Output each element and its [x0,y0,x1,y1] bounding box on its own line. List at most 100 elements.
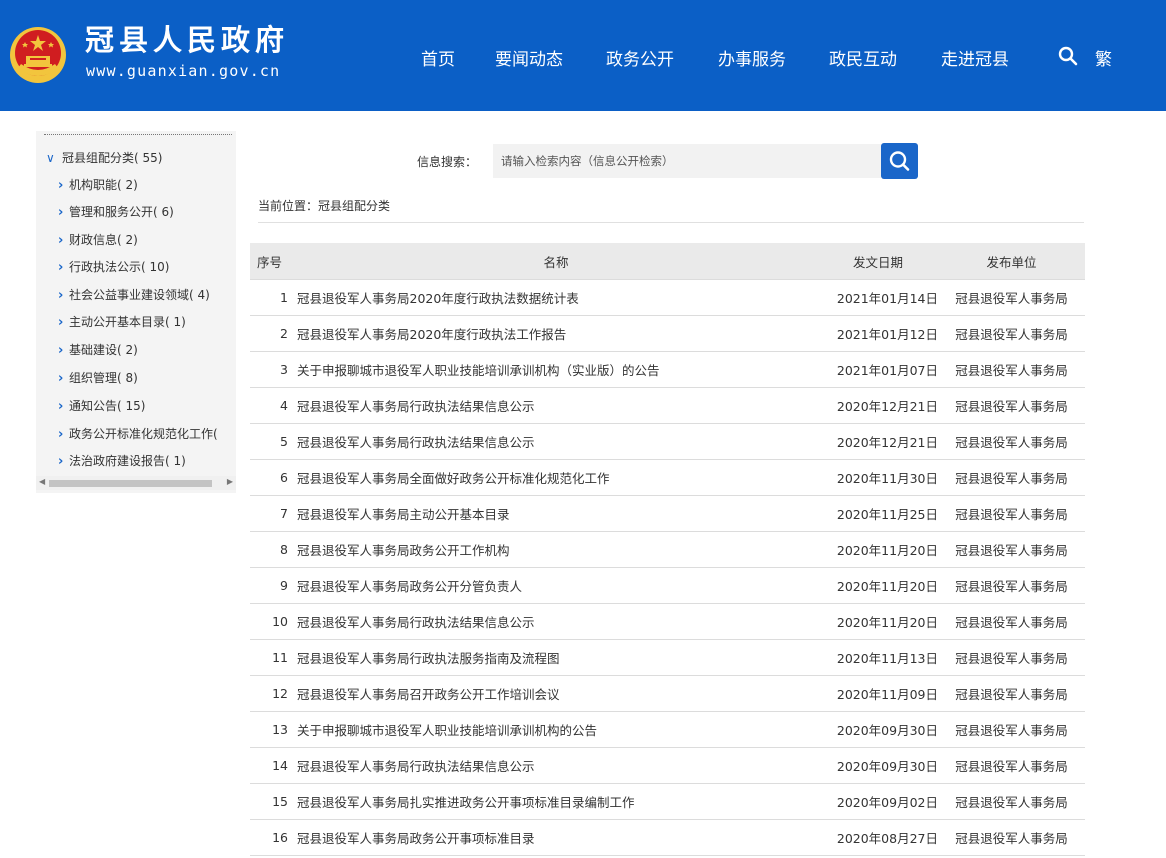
tree-item-standardization[interactable]: › 政务公开标准化规范化工作( [58,425,218,443]
tree-item-infrastructure[interactable]: › 基础建设( 2) [58,341,138,359]
breadcrumb: 当前位置：冠县组配分类 [258,199,391,213]
tree-item-count: ( 2) [117,233,138,247]
tree-item-basic-catalog[interactable]: › 主动公开基本目录( 1) [58,313,186,331]
row-title-link[interactable]: 冠县退役军人事务局扎实推进政务公开事项标准目录编制工作 [294,783,818,820]
table-row[interactable]: 5 冠县退役军人事务局行政执法结果信息公示 2020年12月21日 冠县退役军人事务局 [250,423,1085,460]
row-date: 2020年09月02日 [818,783,938,820]
nav-services[interactable]: 办事服务 [718,45,786,70]
tree-item-public-welfare[interactable]: › 社会公益事业建设领域( 4) [58,286,210,304]
table-row[interactable]: 3 关于申报聊城市退役军人职业技能培训承训机构（实业版）的公告 2021年01月07… [250,351,1085,388]
nav-interaction[interactable]: 政民互动 [829,45,897,70]
row-unit: 冠县退役军人事务局 [938,531,1085,568]
tree-item-rule-of-law-report[interactable]: › 法治政府建设报告( 1) [58,452,186,470]
sidebar-divider [44,134,232,135]
row-title-link[interactable]: 关于申报聊城市退役军人职业技能培训承训机构（实业版）的公告 [294,351,818,388]
row-date: 2020年12月21日 [818,423,938,460]
nav-gov-open[interactable]: 政务公开 [606,45,674,70]
row-title-link[interactable]: 冠县退役军人事务局行政执法结果信息公示 [294,603,818,640]
table-row[interactable]: 14 冠县退役军人事务局行政执法结果信息公示 2020年09月30日 冠县退役军人事务… [250,747,1085,784]
row-unit: 冠县退役军人事务局 [938,279,1085,316]
search-icon[interactable] [1058,46,1078,66]
row-unit: 冠县退役军人事务局 [938,351,1085,388]
row-title-link[interactable]: 冠县退役军人事务局主动公开基本目录 [294,495,818,532]
chevron-right-icon: › [58,260,64,275]
table-row[interactable]: 16 冠县退役军人事务局政务公开事项标准目录 2020年08月27日 冠县退役军人事务… [250,819,1085,856]
row-unit: 冠县退役军人事务局 [938,495,1085,532]
row-title-link[interactable]: 冠县退役军人事务局政务公开工作机构 [294,531,818,568]
row-title-link[interactable]: 冠县退役军人事务局行政执法结果信息公示 [294,423,818,460]
row-number: 10 [250,603,294,640]
row-title-link[interactable]: 冠县退役军人事务局召开政务公开工作培训会议 [294,675,818,712]
tree-item-service-disclosure[interactable]: › 管理和服务公开( 6) [58,203,174,221]
tree-item-count: ( 4) [189,288,210,302]
tree-item-law-enforcement[interactable]: › 行政执法公示( 10) [58,258,169,276]
chevron-right-icon: › [58,343,64,358]
row-date: 2021年01月12日 [818,315,938,352]
row-title-link[interactable]: 冠县退役军人事务局2020年度行政执法工作报告 [294,315,818,352]
row-date: 2020年11月20日 [818,531,938,568]
tree-item-notices[interactable]: › 通知公告( 15) [58,397,145,415]
tree-item-count: ( 1) [165,315,186,329]
row-number: 7 [250,495,294,532]
col-header-no: 序号 [250,243,294,280]
chevron-right-icon: › [58,427,64,442]
row-number: 13 [250,711,294,748]
table-row[interactable]: 10 冠县退役军人事务局行政执法结果信息公示 2020年11月20日 冠县退役军人事务… [250,603,1085,640]
row-date: 2020年09月30日 [818,747,938,784]
row-title-link[interactable]: 冠县退役军人事务局全面做好政务公开标准化规范化工作 [294,459,818,496]
row-title-link[interactable]: 冠县退役军人事务局2020年度行政执法数据统计表 [294,279,818,316]
nav-news[interactable]: 要闻动态 [495,45,563,70]
search-input[interactable] [493,144,881,178]
tree-item-org-functions[interactable]: › 机构职能( 2) [58,176,138,194]
row-unit: 冠县退役军人事务局 [938,819,1085,856]
tree-root[interactable]: ∨ 冠县组配分类( 55) [46,149,162,167]
search-button[interactable] [881,143,918,179]
site-title[interactable]: 冠县人民政府 [85,22,289,58]
table-row[interactable]: 1 冠县退役军人事务局2020年度行政执法数据统计表 2021年01月14日 冠县退役… [250,279,1085,316]
tree-item-count: ( 15) [117,399,146,413]
row-date: 2020年11月20日 [818,567,938,604]
row-title-link[interactable]: 冠县退役军人事务局行政执法服务指南及流程图 [294,639,818,676]
table-row[interactable]: 4 冠县退役军人事务局行政执法结果信息公示 2020年12月21日 冠县退役军人事务局 [250,387,1085,424]
sidebar-horizontal-scrollbar[interactable]: ◀ ▶ [36,476,236,490]
nav-home[interactable]: 首页 [421,45,455,70]
row-title-link[interactable]: 冠县退役军人事务局政务公开事项标准目录 [294,819,818,856]
tree-item-org-management[interactable]: › 组织管理( 8) [58,369,138,387]
table-row[interactable]: 12 冠县退役军人事务局召开政务公开工作培训会议 2020年11月09日 冠县退役军人… [250,675,1085,712]
tree-item-count: ( [213,427,218,441]
table-row[interactable]: 15 冠县退役军人事务局扎实推进政务公开事项标准目录编制工作 2020年09月02日… [250,783,1085,820]
tree-item-label: 行政执法公示 [69,260,142,274]
tree-item-finance[interactable]: › 财政信息( 2) [58,231,138,249]
table-row[interactable]: 2 冠县退役军人事务局2020年度行政执法工作报告 2021年01月12日 冠县退役军… [250,315,1085,352]
table-row[interactable]: 8 冠县退役军人事务局政务公开工作机构 2020年11月20日 冠县退役军人事务局 [250,531,1085,568]
search-icon [889,151,910,171]
row-number: 8 [250,531,294,568]
tree-item-count: ( 8) [117,371,138,385]
row-unit: 冠县退役军人事务局 [938,711,1085,748]
tree-item-count: ( 2) [117,343,138,357]
national-emblem-icon[interactable] [9,26,67,84]
row-date: 2021年01月07日 [818,351,938,388]
table-row[interactable]: 11 冠县退役军人事务局行政执法服务指南及流程图 2020年11月13日 冠县退役军人… [250,639,1085,676]
scrollbar-thumb[interactable] [49,480,212,487]
chevron-right-icon: › [58,371,64,386]
traditional-chinese-toggle[interactable]: 繁 [1095,45,1112,70]
row-unit: 冠县退役军人事务局 [938,747,1085,784]
row-title-link[interactable]: 冠县退役军人事务局行政执法结果信息公示 [294,747,818,784]
row-unit: 冠县退役军人事务局 [938,387,1085,424]
table-row[interactable]: 9 冠县退役军人事务局政务公开分管负责人 2020年11月20日 冠县退役军人事务局 [250,567,1085,604]
table-row[interactable]: 13 关于申报聊城市退役军人职业技能培训承训机构的公告 2020年09月30日 冠县退… [250,711,1085,748]
search-label: 信息搜索： [417,155,478,169]
scroll-left-arrow-icon[interactable]: ◀ [39,477,45,486]
row-title-link[interactable]: 关于申报聊城市退役军人职业技能培训承训机构的公告 [294,711,818,748]
row-title-link[interactable]: 冠县退役军人事务局行政执法结果信息公示 [294,387,818,424]
tree-item-label: 社会公益事业建设领域 [69,288,190,302]
tree-root-count: ( 55) [134,151,163,165]
chevron-down-icon: ∨ [46,151,55,165]
row-title-link[interactable]: 冠县退役军人事务局政务公开分管负责人 [294,567,818,604]
row-date: 2020年11月25日 [818,495,938,532]
scroll-right-arrow-icon[interactable]: ▶ [227,477,233,486]
table-row[interactable]: 6 冠县退役军人事务局全面做好政务公开标准化规范化工作 2020年11月30日 冠县退… [250,459,1085,496]
table-row[interactable]: 7 冠县退役军人事务局主动公开基本目录 2020年11月25日 冠县退役军人事务局 [250,495,1085,532]
nav-about[interactable]: 走进冠县 [941,45,1009,70]
